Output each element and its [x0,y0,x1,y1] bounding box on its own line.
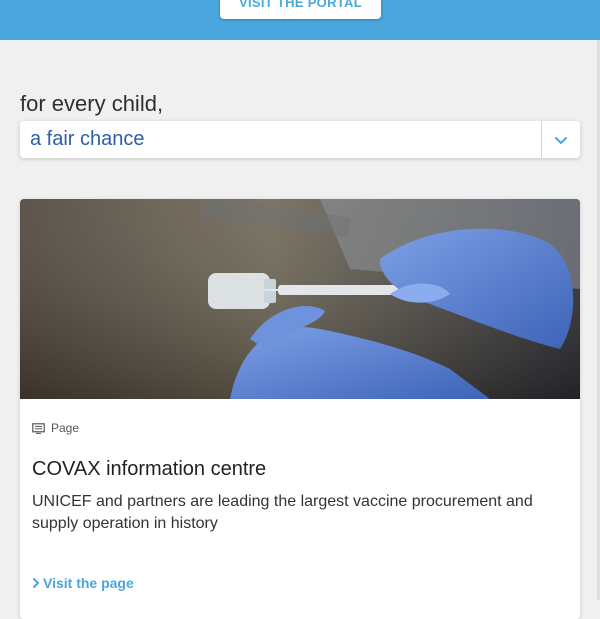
content-type-label: Page [51,421,80,435]
page-icon [32,422,45,434]
tagline-select-value: a fair chance [30,128,145,150]
vaccine-photo [20,199,580,399]
tagline-prefix: for every child, [20,91,164,116]
covax-card[interactable]: Page COVAX information centre UNICEF and… [20,199,580,619]
chevron-right-icon [33,578,39,588]
content-type: Page [32,421,79,435]
tagline-select[interactable]: a fair chance [20,121,580,158]
visit-portal-button[interactable]: VISIT THE PORTAL [220,0,381,19]
top-banner: VISIT THE PORTAL [0,0,600,40]
card-title[interactable]: COVAX information centre [32,458,266,481]
visit-page-label: Visit the page [43,575,134,591]
visit-page-link[interactable]: Visit the page [32,575,134,591]
chevron-down-icon[interactable] [542,121,580,158]
card-description: UNICEF and partners are leading the larg… [32,493,533,532]
